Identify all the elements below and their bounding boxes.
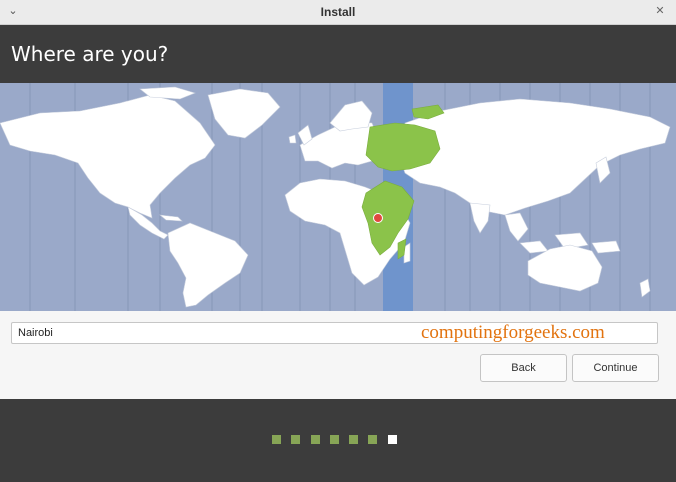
location-marker[interactable] bbox=[373, 213, 383, 223]
continue-button[interactable]: Continue bbox=[572, 354, 659, 382]
footer bbox=[0, 399, 676, 482]
progress-dot bbox=[291, 435, 301, 444]
world-map[interactable] bbox=[0, 83, 676, 311]
location-panel: computingforgeeks.com Back Continue bbox=[0, 311, 676, 399]
progress-dot-current bbox=[387, 435, 397, 444]
progress-dot bbox=[310, 435, 320, 444]
progress-dot bbox=[272, 435, 281, 444]
page-title: Where are you? bbox=[11, 42, 169, 66]
page-header: Where are you? bbox=[0, 25, 676, 83]
window-titlebar: ⌄ Install ✕ bbox=[0, 0, 676, 25]
location-input[interactable] bbox=[11, 322, 658, 344]
back-button[interactable]: Back bbox=[480, 354, 567, 382]
progress-dot bbox=[329, 435, 339, 444]
progress-dot bbox=[349, 435, 359, 444]
progress-dot bbox=[368, 435, 378, 444]
world-map-svg[interactable] bbox=[0, 83, 676, 311]
progress-indicator bbox=[272, 435, 407, 444]
close-icon[interactable]: ✕ bbox=[652, 3, 668, 19]
window-title: Install bbox=[320, 5, 356, 19]
